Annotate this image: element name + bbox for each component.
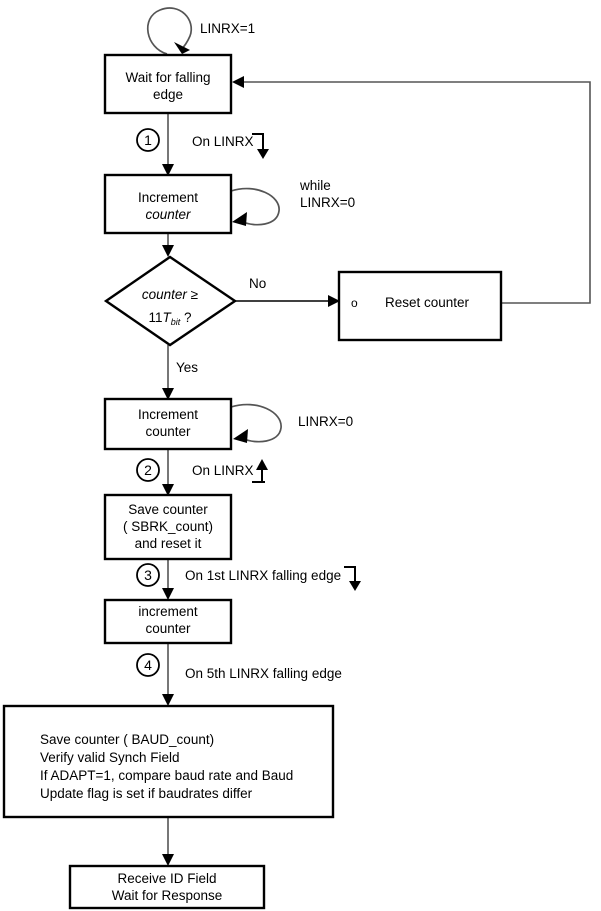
node-baud-line1: Save counter ( BAUD_count) bbox=[40, 732, 214, 747]
label-while: while bbox=[299, 178, 331, 193]
connector-increment2-to-save bbox=[162, 449, 174, 496]
node-save-counter-sbrk[interactable]: Save counter ( SBRK_count) and reset it bbox=[103, 493, 233, 561]
falling-edge-icon-3 bbox=[344, 566, 361, 591]
self-loop-increment-counter-1 bbox=[230, 187, 280, 226]
label-no: No bbox=[249, 276, 266, 291]
node-wait-line2: edge bbox=[153, 87, 183, 102]
node-baud-line4: Update flag is set if baudrates differ bbox=[40, 786, 253, 801]
connector-decision-yes-to-increment2 bbox=[162, 345, 174, 400]
label-yes: Yes bbox=[176, 360, 198, 375]
node-save-line1: Save counter bbox=[128, 502, 208, 517]
node-wait-line1: Wait for falling bbox=[125, 70, 210, 85]
node-increment-counter-1[interactable]: Increment counter bbox=[103, 173, 233, 235]
connector-wait-to-increment1 bbox=[162, 113, 174, 176]
node-receiveid-line2: Wait for Response bbox=[112, 888, 223, 903]
node-baud-line3: If ADAPT=1, compare baud rate and Baud bbox=[40, 768, 293, 783]
node-save-baud-count[interactable]: Save counter ( BAUD_count) Verify valid … bbox=[2, 704, 335, 819]
step-marker-2: 2 bbox=[136, 458, 160, 482]
label-while-linrx-0: LINRX=0 bbox=[300, 195, 355, 210]
node-increment3-line2: counter bbox=[145, 621, 191, 636]
node-increment2-line2: counter bbox=[145, 424, 191, 439]
decision-line2: 11Tbit ? bbox=[148, 310, 191, 327]
connector-increment1-to-decision bbox=[162, 233, 174, 257]
node-reset-counter[interactable]: o Reset counter bbox=[337, 270, 503, 342]
self-loop-increment-counter-2 bbox=[230, 403, 282, 443]
node-receive-id-field[interactable]: Receive ID Field Wait for Response bbox=[68, 864, 266, 910]
label-on-linrx-2: On LINRX bbox=[192, 463, 254, 478]
node-save-line2: ( SBRK_count) bbox=[123, 519, 213, 534]
node-increment-counter-3[interactable]: increment counter bbox=[103, 598, 233, 645]
label-on-5th-falling: On 5th LINRX falling edge bbox=[185, 666, 342, 681]
node-increment2-line1: Increment bbox=[138, 407, 198, 422]
decision-bit-subscript: bit bbox=[171, 317, 181, 327]
step-marker-3-number: 3 bbox=[144, 567, 152, 583]
reset-counter-label: Reset counter bbox=[385, 295, 470, 310]
label-on-linrx-1: On LINRX bbox=[192, 134, 254, 149]
connector-reset-feedback-to-wait bbox=[232, 76, 591, 304]
reset-counter-bullet: o bbox=[351, 296, 358, 310]
node-increment-counter-2[interactable]: Increment counter bbox=[103, 397, 233, 451]
node-increment1-line2: counter bbox=[145, 207, 191, 222]
connector-savebaud-to-receiveid bbox=[162, 817, 174, 866]
flowchart-canvas: Wait for falling edge Increment counter … bbox=[2, 7, 591, 910]
node-save-line3: and reset it bbox=[135, 536, 202, 551]
label-on-1st-falling: On 1st LINRX falling edge bbox=[185, 568, 341, 583]
step-marker-3: 3 bbox=[136, 563, 160, 587]
node-baud-line2: Verify valid Synch Field bbox=[40, 750, 180, 765]
label-linrx-1: LINRX=1 bbox=[200, 21, 255, 36]
decision-question: ? bbox=[180, 310, 191, 325]
falling-edge-icon-1 bbox=[252, 133, 269, 159]
step-marker-1: 1 bbox=[136, 128, 160, 152]
label-linrx-0: LINRX=0 bbox=[298, 414, 353, 429]
self-loop-top bbox=[146, 7, 193, 55]
step-marker-4: 4 bbox=[136, 653, 160, 677]
node-increment1-line1: Increment bbox=[138, 190, 198, 205]
decision-11: 11 bbox=[148, 310, 162, 325]
connector-save-to-increment3 bbox=[162, 559, 174, 600]
decision-line1: counter ≥ bbox=[142, 287, 198, 302]
decision-geq-symbol: ≥ bbox=[187, 287, 198, 302]
node-increment3-line1: increment bbox=[138, 604, 198, 619]
connector-increment3-to-savebaud bbox=[162, 643, 174, 706]
rising-edge-icon-2 bbox=[252, 459, 268, 483]
step-marker-1-number: 1 bbox=[144, 132, 152, 148]
step-marker-4-number: 4 bbox=[144, 657, 152, 673]
node-receiveid-line1: Receive ID Field bbox=[117, 871, 216, 886]
connector-decision-no-to-reset bbox=[235, 295, 340, 307]
step-marker-2-number: 2 bbox=[144, 462, 152, 478]
node-decision-counter-threshold[interactable]: counter ≥ 11Tbit ? bbox=[103, 255, 238, 347]
node-wait-for-falling-edge[interactable]: Wait for falling edge bbox=[103, 53, 233, 115]
decision-counter-word: counter bbox=[142, 287, 188, 302]
